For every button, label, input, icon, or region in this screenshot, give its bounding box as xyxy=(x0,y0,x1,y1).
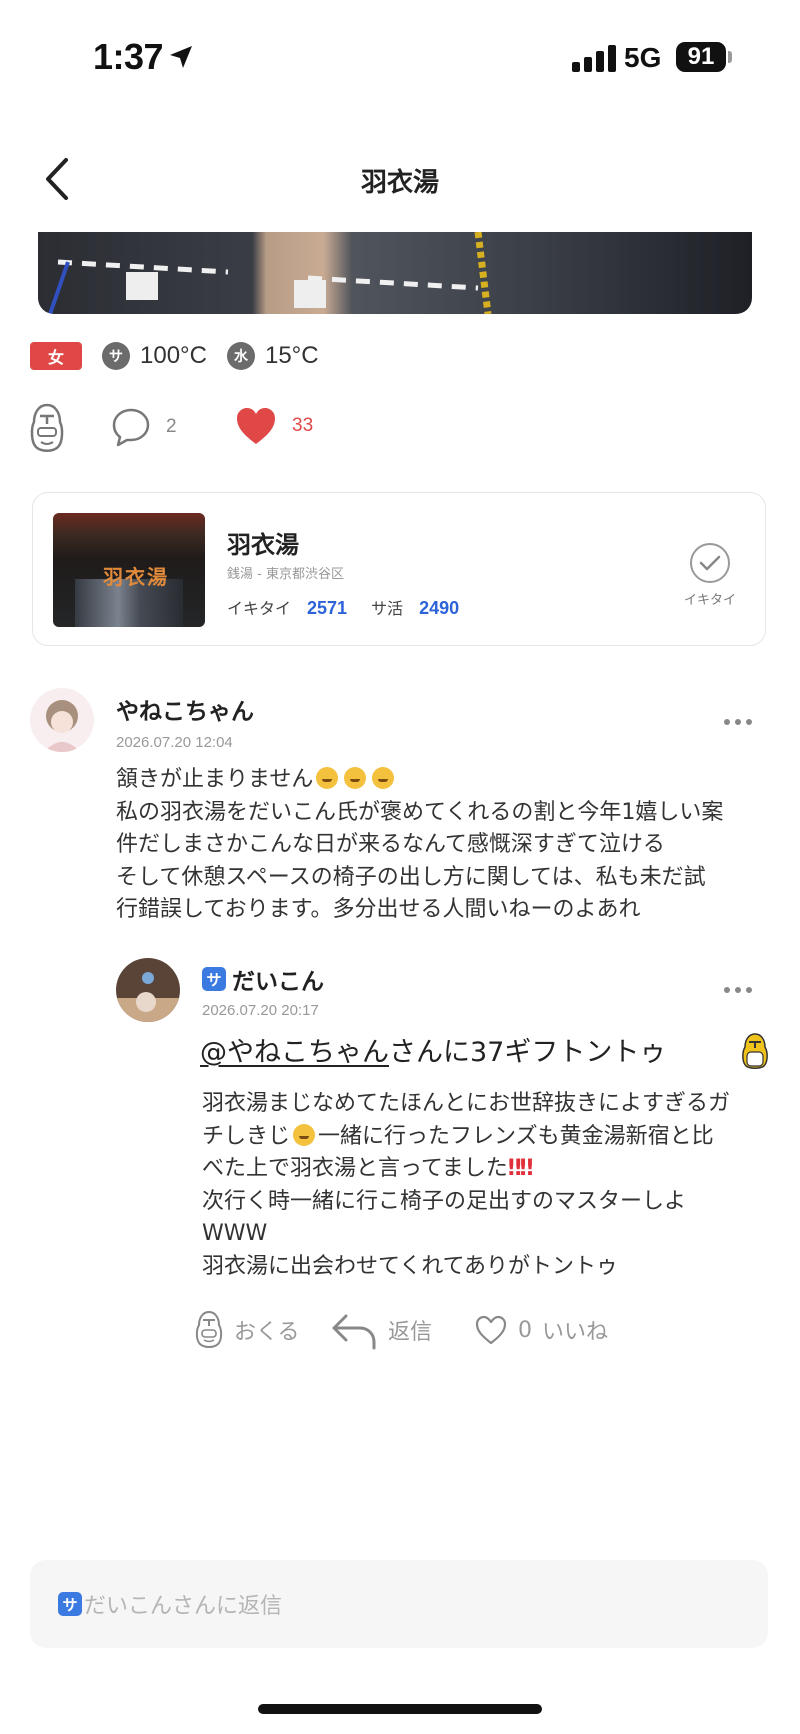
reply-more-button[interactable] xyxy=(718,980,758,1000)
reply-input[interactable]: サ だいこんさんに返信 xyxy=(30,1560,768,1648)
reply-input-placeholder: だいこんさんに返信 xyxy=(84,1594,283,1619)
reply-like-label: いいね xyxy=(542,1320,609,1345)
home-indicator[interactable] xyxy=(258,1704,542,1714)
sakatsu-stat-count: 2490 xyxy=(419,598,460,618)
water-icon: 水 xyxy=(226,342,255,370)
facility-thumbnail: 羽衣湯 xyxy=(53,513,205,627)
gift-text: さんに37ギフトントゥ xyxy=(389,1037,667,1068)
nav-bar: 羽衣湯 xyxy=(0,140,800,220)
comment-body-text: 私の羽衣湯をだいこん氏が褒めてくれるの割と今年1嬉しい案 件だしまさかこんな日が… xyxy=(116,799,724,923)
photo-content xyxy=(48,232,492,314)
comment-author[interactable]: やねこちゃん xyxy=(116,692,254,726)
like-count: 33 xyxy=(292,415,314,436)
totonou-mascot-icon xyxy=(30,403,64,452)
avatar[interactable] xyxy=(30,688,94,752)
sauna-badge-icon: サ xyxy=(58,1592,82,1616)
double-exclamation-emoji: ‼︎‼︎ xyxy=(507,1156,534,1181)
comment-count: 2 xyxy=(166,416,177,437)
reply-author-row[interactable]: サ だいこん xyxy=(202,962,324,996)
facility-name: 羽衣湯 xyxy=(227,531,299,559)
sakatsu-stat-label: サ活 xyxy=(371,599,404,618)
facility-stats: イキタイ 2571 サ活 2490 xyxy=(227,595,483,619)
sad-face-emoji-icon xyxy=(316,767,339,789)
sad-face-emoji-icon xyxy=(293,1123,316,1146)
gender-badge: 女 xyxy=(30,342,82,370)
reply-body-part-c: 次行く時一緒に行こ椅子の足出すのマスターしよ WWW 羽衣湯に出会わせてくれてあ… xyxy=(202,1188,687,1279)
ikitai-stat-label: イキタイ xyxy=(227,599,292,618)
sad-face-emoji-icon xyxy=(372,767,395,789)
gift-button[interactable] xyxy=(28,402,66,454)
heart-filled-icon xyxy=(237,408,275,444)
comment-body: 頷きが止まりません 私の羽衣湯をだいこん氏が褒めてくれるの割と今年1嬉しい案 件… xyxy=(116,764,780,927)
sauna-temp: 100°C xyxy=(140,342,207,369)
reply-author: だいこん xyxy=(232,969,324,995)
comment-time: 2026.07.20 12:04 xyxy=(116,734,233,751)
gift-message: @やねこちゃんさんに37ギフトントゥ xyxy=(200,1030,666,1069)
ikitai-button[interactable]: イキタイ xyxy=(675,543,745,608)
check-circle-icon xyxy=(690,543,730,583)
reply-button[interactable]: 返信 xyxy=(330,1306,432,1354)
comment-button[interactable]: 2 xyxy=(110,406,177,448)
reply-body: 羽衣湯まじなめてたほんとにお世辞抜きによすぎるガ チしきじ 一緒に行ったフレンズも… xyxy=(202,1088,782,1283)
post-actions: 2 33 xyxy=(28,402,768,462)
reply-label: 返信 xyxy=(388,1320,433,1345)
reply-time: 2026.07.20 20:17 xyxy=(202,1002,319,1019)
reply-like-button[interactable]: 0 いいね xyxy=(474,1306,608,1354)
reply-actions: おくる 返信 0 いいね xyxy=(194,1306,754,1356)
status-time: 1:37 xyxy=(93,36,164,77)
like-button[interactable]: 33 xyxy=(234,404,313,448)
comment-bubble-icon xyxy=(112,408,150,447)
send-gift-button[interactable]: おくる xyxy=(194,1306,300,1354)
sauna-badge-icon: サ xyxy=(202,967,226,991)
signal-icon xyxy=(572,44,616,72)
location-arrow-icon xyxy=(170,46,192,68)
ikitai-stat-count: 2571 xyxy=(307,598,348,618)
facility-subtitle: 銭湯 - 東京都渋谷区 xyxy=(227,567,344,582)
water-temp: 15°C xyxy=(264,342,319,369)
sad-face-emoji-icon xyxy=(344,767,367,789)
ikitai-button-label: イキタイ xyxy=(683,593,736,608)
avatar[interactable] xyxy=(116,958,180,1022)
totonou-mascot-icon xyxy=(195,1310,223,1348)
sauna-icon: サ xyxy=(102,342,130,370)
comment-more-button[interactable] xyxy=(718,712,758,732)
page-title: 羽衣湯 xyxy=(360,168,439,198)
battery-icon: 91 xyxy=(676,42,726,72)
totonou-mascot-icon xyxy=(742,1033,768,1069)
battery-nub xyxy=(728,51,732,63)
comment-line1: 頷きが止まりません xyxy=(116,767,314,792)
network-label: 5G xyxy=(624,42,662,73)
reply-like-count: 0 xyxy=(518,1317,532,1343)
thumbnail-sign: 羽衣湯 xyxy=(103,565,169,589)
mention-link[interactable]: @やねこちゃん xyxy=(200,1037,389,1068)
temperature-row: 女 サ 100°C 水 15°C xyxy=(30,338,319,374)
heart-outline-icon xyxy=(475,1315,507,1345)
send-gift-label: おくる xyxy=(234,1320,300,1345)
post-photo[interactable] xyxy=(38,232,752,314)
status-bar: 1:37 5G 91 xyxy=(0,0,800,110)
facility-card[interactable]: 羽衣湯 羽衣湯 銭湯 - 東京都渋谷区 イキタイ 2571 サ活 2490 イキ… xyxy=(32,492,766,646)
reply-arrow-icon xyxy=(332,1314,376,1350)
